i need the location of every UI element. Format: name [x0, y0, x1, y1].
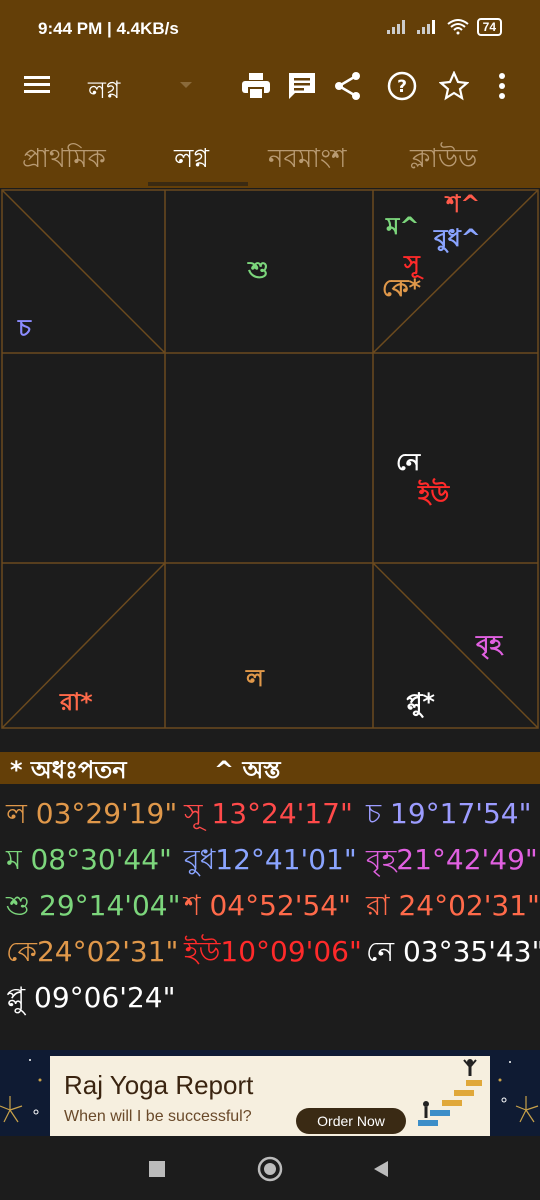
ad-title: Raj Yoga Report: [64, 1070, 254, 1100]
planet-saturn[interactable]: শ^: [446, 192, 480, 216]
planet-jupiter[interactable]: বৃহ: [476, 632, 502, 656]
position-mercury: বুধ12°41'01": [184, 843, 357, 876]
planet-mars[interactable]: ম^: [386, 214, 419, 238]
position-sun: সূ 13°24'17": [184, 797, 353, 830]
ad-banner[interactable]: Raj Yoga Report When will I be successfu…: [0, 1050, 540, 1136]
tab-lagna[interactable]: লগ্ন: [174, 138, 209, 182]
status-bar: 9:44 PM | 4.4KB/s 74: [0, 0, 540, 58]
position-lagna: ল 03°29'19": [6, 797, 178, 830]
position-neptune: নে 03°35'43": [366, 935, 540, 968]
star-icon[interactable]: [436, 68, 472, 104]
battery-indicator: 74: [476, 18, 502, 36]
signal-icon: [386, 20, 405, 34]
app-toolbar: লগ্ন ?: [0, 58, 540, 118]
chevron-down-icon[interactable]: [180, 82, 192, 88]
position-jupiter: বৃহ21°42'49": [366, 843, 538, 876]
tab-navamsa[interactable]: নবমাংশ: [268, 138, 347, 182]
stairs-success-icon: [418, 1059, 482, 1126]
home-button[interactable]: [255, 1154, 285, 1184]
ad-card[interactable]: Raj Yoga Report When will I be successfu…: [50, 1056, 490, 1136]
planet-venus[interactable]: শু: [248, 258, 269, 282]
signal-2-icon: [416, 20, 435, 34]
firework-decoration-right: [498, 1061, 539, 1123]
status-time: 9:44 PM | 4.4KB/s: [38, 19, 179, 38]
status-icons: 74: [386, 18, 502, 36]
planet-pluto[interactable]: প্লু*: [406, 690, 435, 714]
firework-decoration-left: [0, 1059, 42, 1123]
recents-button[interactable]: [142, 1154, 172, 1184]
tab-basic[interactable]: প্রাথমিক: [22, 138, 106, 182]
chart-grid: [1, 189, 539, 729]
position-rahu: রা 24°02'31": [366, 889, 540, 922]
order-now-button[interactable]: Order Now: [296, 1108, 406, 1134]
system-nav-bar: [0, 1136, 540, 1200]
tab-bar: প্রাথমিক লগ্ন নবমাংশ ক্লাউড: [0, 118, 540, 188]
tab-cloud[interactable]: ক্লাউড: [410, 138, 477, 182]
menu-icon[interactable]: [24, 72, 54, 102]
planet-neptune[interactable]: নে: [396, 450, 420, 474]
back-button[interactable]: [366, 1154, 396, 1184]
ad-subtitle: When will I be successful?: [64, 1108, 252, 1125]
more-icon[interactable]: [484, 68, 520, 104]
wifi-icon: [447, 19, 469, 35]
position-moon: চ 19°17'54": [366, 797, 532, 830]
message-icon[interactable]: [284, 68, 320, 104]
position-pluto: প্লু 09°06'24": [6, 981, 176, 1014]
chart-type-dropdown[interactable]: লগ্ন: [88, 72, 120, 112]
position-ketu: কে24°02'31": [6, 935, 179, 968]
planet-moon[interactable]: চ: [18, 316, 31, 340]
position-mars: ম 08°30'44": [6, 843, 172, 876]
help-icon[interactable]: ?: [384, 68, 420, 104]
ascendant-marker[interactable]: ল: [246, 666, 264, 690]
planet-positions: ল 03°29'19" সূ 13°24'17" চ 19°17'54" ম 0…: [0, 788, 540, 1038]
planet-sun[interactable]: সূ: [404, 252, 420, 276]
planet-ketu[interactable]: কে*: [382, 276, 421, 300]
share-icon[interactable]: [330, 68, 366, 104]
position-venus: শু 29°14'04": [6, 889, 181, 922]
position-uranus: ইউ10°09'06": [184, 935, 362, 968]
planet-rahu[interactable]: রা*: [60, 690, 93, 714]
active-tab-indicator: [148, 182, 248, 186]
print-icon[interactable]: [238, 68, 274, 104]
svg-text:?: ?: [397, 77, 407, 97]
legend-bar: * অধঃপতন ^ অস্ত: [0, 752, 540, 784]
planet-mercury[interactable]: বুধ^: [434, 226, 481, 250]
legend-combust: ^ অস্ত: [214, 756, 281, 784]
birth-chart: শু শ^ ম^ বুধ^ সূ কে* চ নে ইউ রা* ল প্লু*…: [0, 188, 540, 730]
planet-uranus[interactable]: ইউ: [418, 482, 449, 506]
legend-fall: * অধঃপতন: [10, 756, 127, 784]
position-saturn: শ 04°52'54": [184, 889, 351, 922]
